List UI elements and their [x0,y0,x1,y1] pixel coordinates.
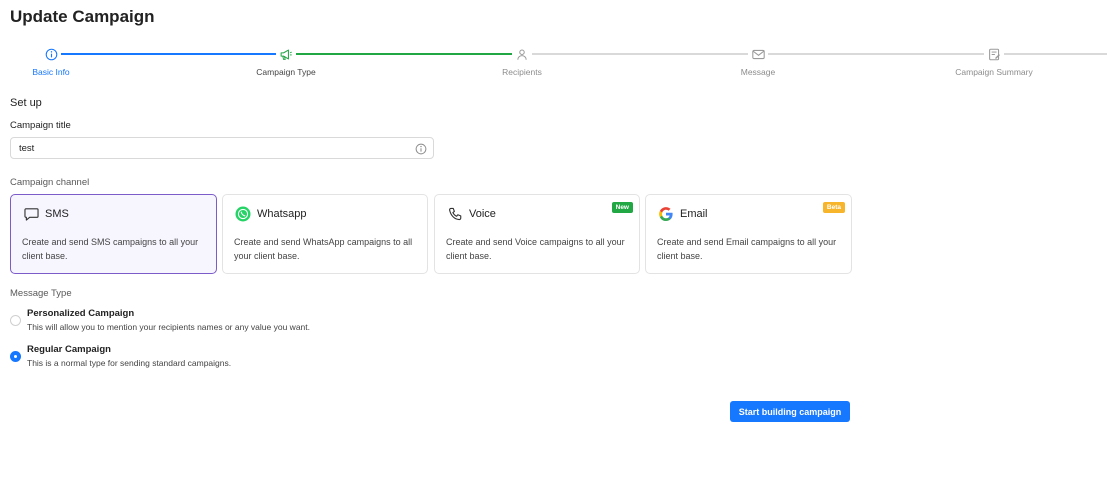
phone-icon [446,205,464,223]
channel-card-email[interactable]: Beta Email Create and send Email campaig… [645,194,852,274]
new-badge: New [611,202,633,213]
radio-description: This is a normal type for sending standa… [27,358,232,368]
campaign-title-field [10,137,434,159]
campaign-title-input[interactable] [11,138,433,159]
megaphone-icon [276,44,296,64]
step-label: Campaign Type [256,67,316,77]
info-circle-icon [41,44,61,64]
channel-description: Create and send SMS campaigns to all you… [22,237,199,261]
start-building-campaign-button[interactable]: Start building campaign [730,401,850,422]
channel-description: Create and send Email campaigns to all y… [657,237,837,261]
channel-name: Voice [469,208,496,220]
radio-title: Personalized Campaign [27,308,135,319]
user-icon [512,44,532,64]
step-label: Campaign Summary [955,67,1033,77]
beta-badge: Beta [822,202,845,213]
step-label: Recipients [502,67,542,77]
radio-button[interactable] [10,315,21,326]
step-campaign-summary[interactable]: Campaign Summary [914,44,1074,77]
radio-button[interactable] [10,351,21,362]
info-icon[interactable] [415,142,427,160]
step-message[interactable]: Message [678,44,838,77]
message-type-label: Message Type [10,288,72,299]
radio-regular-campaign[interactable]: Regular Campaign This is a normal type f… [10,344,231,368]
page-title: Update Campaign [10,7,155,26]
envelope-icon [748,44,768,64]
channel-description: Create and send Voice campaigns to all y… [446,237,625,261]
channel-card-whatsapp[interactable]: Whatsapp Create and send WhatsApp campai… [222,194,428,274]
step-label: Basic Info [32,67,70,77]
campaign-channel-label: Campaign channel [10,177,90,188]
channel-card-sms[interactable]: SMS Create and send SMS campaigns to all… [10,194,217,274]
summary-icon [984,44,1004,64]
google-icon [657,205,675,223]
channel-name: Whatsapp [257,208,307,220]
channel-name: Email [680,208,708,220]
channel-description: Create and send WhatsApp campaigns to al… [234,237,413,261]
step-recipients[interactable]: Recipients [442,44,602,77]
step-basic-info[interactable]: Basic Info [0,44,131,77]
whatsapp-icon [234,205,252,223]
progress-stepper: Basic Info Campaign Type Recipients Mess… [0,44,1107,80]
step-label: Message [740,67,776,77]
campaign-title-label: Campaign title [10,120,71,131]
channel-name: SMS [45,208,69,220]
chat-bubble-icon [22,205,40,223]
section-title-setup: Set up [10,97,42,109]
channel-card-voice[interactable]: New Voice Create and send Voice campaign… [434,194,640,274]
step-campaign-type[interactable]: Campaign Type [206,44,366,77]
radio-description: This will allow you to mention your reci… [27,322,310,332]
radio-personalized-campaign[interactable]: Personalized Campaign This will allow yo… [10,308,310,332]
radio-title: Regular Campaign [27,344,111,355]
